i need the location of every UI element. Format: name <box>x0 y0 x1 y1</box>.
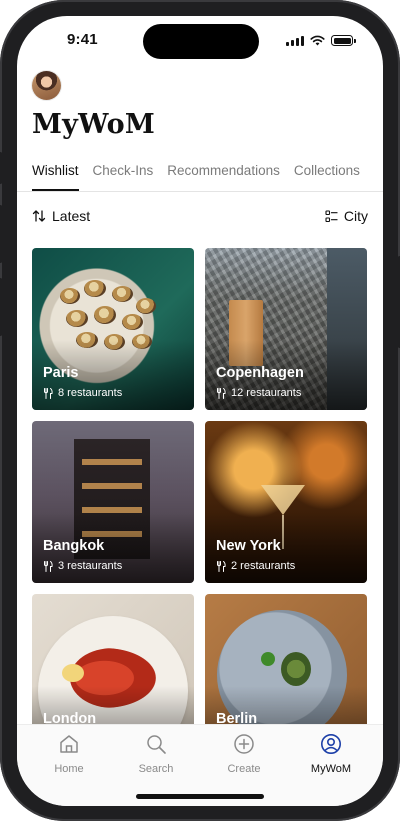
wifi-icon <box>310 35 325 46</box>
fork-knife-icon <box>44 560 53 572</box>
sort-label: Latest <box>52 208 91 224</box>
tab-recommendations[interactable]: Recommendations <box>167 163 280 191</box>
tab-check-ins[interactable]: Check-Ins <box>93 163 154 191</box>
fork-knife-icon <box>217 560 226 572</box>
sort-button[interactable]: Latest <box>32 208 90 224</box>
cellular-signal-icon <box>286 35 304 46</box>
card-count: 3 restaurants <box>43 560 122 572</box>
city-card-bangkok[interactable]: Bangkok 3 restaurants <box>32 421 194 583</box>
card-city-label: Copenhagen <box>216 365 304 381</box>
fork-knife-icon <box>44 387 53 399</box>
battery-icon <box>331 35 356 46</box>
city-card-copenhagen[interactable]: Copenhagen 12 restaurants <box>205 248 367 410</box>
search-icon <box>147 735 166 754</box>
phone-frame: 9:41 MyWoM Wishlist Check-Ins Recommenda… <box>0 0 400 821</box>
nav-create-label: Create <box>227 763 261 775</box>
card-count: 8 restaurants <box>43 387 122 399</box>
city-filter-button[interactable]: City <box>325 208 368 224</box>
volume-up-button <box>0 205 2 263</box>
action-button <box>0 152 2 184</box>
status-bar: 9:41 <box>17 16 383 66</box>
city-card-paris[interactable]: Paris 8 restaurants <box>32 248 194 410</box>
tab-collections[interactable]: Collections <box>294 163 360 191</box>
plus-circle-icon <box>234 734 254 754</box>
card-city-label: New York <box>216 538 281 554</box>
profile-icon <box>321 734 341 754</box>
filter-label: City <box>343 208 368 224</box>
card-city-label: Paris <box>43 365 79 381</box>
card-city-label: Bangkok <box>43 538 105 554</box>
dynamic-island <box>143 24 259 59</box>
card-count: 12 restaurants <box>216 387 301 399</box>
list-filter-icon <box>325 209 338 222</box>
nav-mywom[interactable]: MyWoM <box>296 733 366 775</box>
nav-home[interactable]: Home <box>34 733 104 775</box>
card-count-label: 2 restaurants <box>231 560 296 572</box>
fork-knife-icon <box>217 387 226 399</box>
status-time: 9:41 <box>67 31 98 48</box>
card-count-label: 12 restaurants <box>231 387 302 399</box>
nav-search[interactable]: Search <box>121 733 191 775</box>
tabs-divider <box>17 191 383 192</box>
page-title: MyWoM <box>32 109 156 140</box>
volume-down-button <box>0 278 2 336</box>
card-count-label: 8 restaurants <box>58 387 123 399</box>
nav-create[interactable]: Create <box>209 733 279 775</box>
card-count: 2 restaurants <box>216 560 295 572</box>
nav-mywom-label: MyWoM <box>310 763 352 775</box>
tab-bar: Wishlist Check-Ins Recommendations Colle… <box>32 163 360 191</box>
home-icon <box>60 735 78 753</box>
nav-home-label: Home <box>54 763 84 775</box>
avatar[interactable] <box>32 71 61 100</box>
sort-arrows-icon <box>32 210 46 222</box>
city-card-new-york[interactable]: New York 2 restaurants <box>205 421 367 583</box>
card-count-label: 3 restaurants <box>58 560 123 572</box>
screen: 9:41 MyWoM Wishlist Check-Ins Recommenda… <box>17 16 383 806</box>
nav-search-label: Search <box>138 763 174 775</box>
tab-wishlist[interactable]: Wishlist <box>32 163 79 191</box>
status-icons <box>286 35 356 46</box>
home-indicator <box>136 794 264 799</box>
